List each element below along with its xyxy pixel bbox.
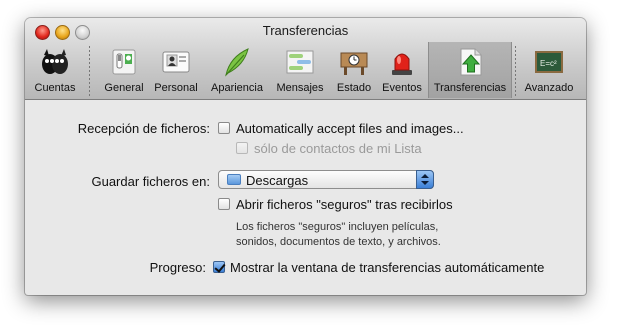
toolbar-label: Eventos (382, 82, 422, 94)
toolbar-label: General (104, 82, 144, 94)
save-in-label: Guardar ficheros en: (91, 174, 210, 189)
open-safe-files-label: Abrir ficheros "seguros" tras recibirlos (236, 197, 453, 212)
safe-files-note-line: sonidos, documentos de texto, y archivos… (236, 236, 441, 248)
auto-accept-checkbox[interactable] (218, 122, 230, 134)
status-sign-icon (340, 52, 368, 75)
show-transfers-window-checkbox[interactable] (213, 261, 225, 273)
toolbar-label: Cuentas (34, 82, 76, 94)
feather-icon (225, 48, 249, 77)
transfer-arrow-icon (460, 48, 482, 76)
accounts-icon (42, 49, 68, 74)
personal-card-icon (162, 51, 190, 73)
download-folder-value: Descargas (246, 173, 309, 188)
toolbar-item-transferencias[interactable]: Transferencias (428, 42, 512, 98)
toolbar-separator (515, 46, 516, 96)
toolbar-label: Mensajes (276, 82, 324, 94)
toolbar-item-avanzado[interactable]: E=c² Avanzado (519, 42, 579, 98)
svg-text:E=c²: E=c² (540, 59, 557, 68)
preferences-window: Transferencias Cuentas General Personal … (25, 18, 586, 295)
transfer-preferences-pane: Recepción de ficheros: Automatically acc… (25, 100, 586, 295)
toolbar-item-general[interactable]: General (99, 42, 149, 98)
reception-label: Recepción de ficheros: (77, 121, 210, 136)
toolbar-item-mensajes[interactable]: Mensajes (271, 42, 329, 98)
progress-label: Progreso: (149, 260, 206, 275)
auto-accept-label: Automatically accept files and images... (236, 121, 464, 136)
open-safe-files-checkbox[interactable] (218, 198, 230, 210)
messages-icon (286, 50, 314, 74)
popup-arrows-icon (416, 170, 434, 189)
toolbar-label: Apariencia (211, 82, 263, 94)
toolbar-separator (89, 46, 90, 96)
chalkboard-icon: E=c² (535, 51, 563, 73)
window-title: Transferencias (262, 23, 349, 38)
safe-files-note-line: Los ficheros "seguros" incluyen película… (236, 221, 439, 233)
toolbar-label: Estado (336, 82, 372, 94)
folder-icon (227, 174, 241, 185)
only-contacts-checkbox[interactable] (236, 142, 248, 154)
safe-files-note: Los ficheros "seguros" incluyen película… (236, 220, 441, 250)
siren-light-icon (392, 53, 412, 75)
download-folder-popup[interactable]: Descargas (218, 170, 434, 189)
general-switch-icon (112, 49, 136, 75)
toolbar-item-personal[interactable]: Personal (151, 42, 201, 98)
toolbar: Transferencias Cuentas General Personal … (25, 18, 586, 100)
toolbar-item-eventos[interactable]: Eventos (379, 42, 425, 98)
toolbar-item-estado[interactable]: Estado (331, 42, 377, 98)
toolbar-item-apariencia[interactable]: Apariencia (206, 42, 268, 98)
toolbar-label: Transferencias (433, 82, 507, 94)
toolbar-item-cuentas[interactable]: Cuentas (27, 42, 83, 98)
only-contacts-label: sólo de contactos de mi Lista (254, 141, 422, 156)
show-transfers-window-label: Mostrar la ventana de transferencias aut… (230, 260, 545, 275)
toolbar-label: Personal (154, 82, 198, 94)
toolbar-label: Avanzado (524, 82, 574, 94)
